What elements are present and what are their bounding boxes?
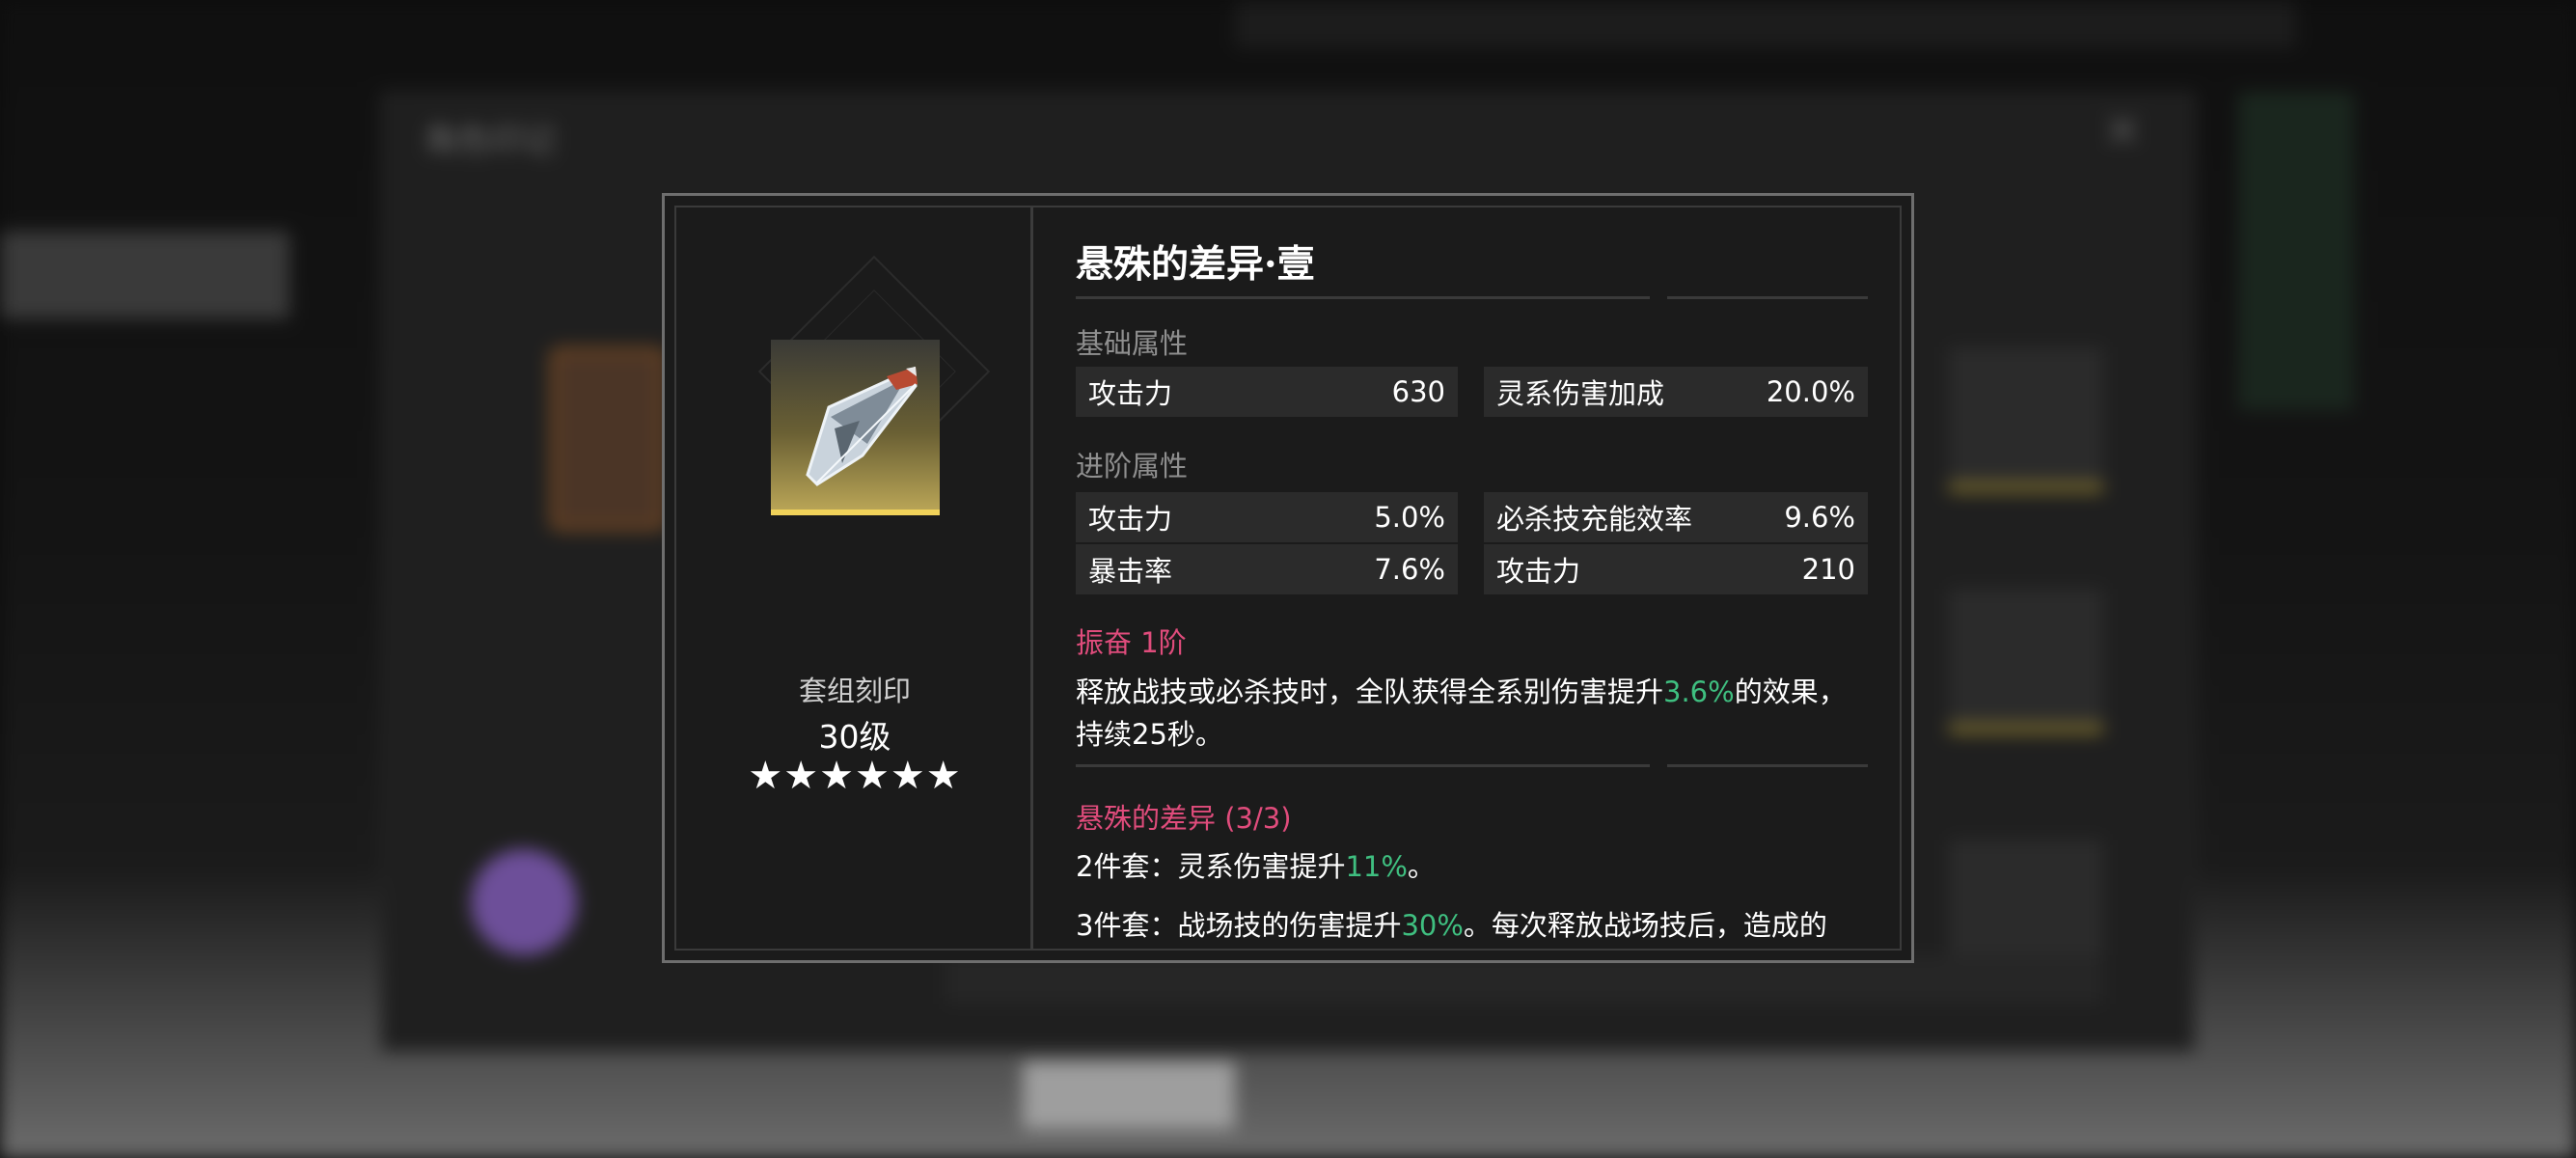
star-rating: ★★★★★★ bbox=[748, 754, 962, 798]
stat-label: 攻击力 bbox=[1496, 555, 1581, 588]
item-title: 悬殊的差异·壹 bbox=[1076, 242, 1315, 287]
stat-row: 攻击力 630 bbox=[1076, 367, 1458, 417]
stat-label: 灵系伤害加成 bbox=[1496, 377, 1665, 410]
stat-value: 20.0% bbox=[1766, 375, 1855, 408]
bg-character-card bbox=[550, 347, 666, 531]
game-screen: 角色印记 ✕ 套组刻印 30级 ★★★★★★ 悬殊的差异·壹 基础属性 攻击力 … bbox=[0, 0, 2576, 1158]
bonus-text: 。每次释放战场技后，造成的 bbox=[1463, 909, 1827, 942]
bg-bottom-button bbox=[1023, 1062, 1235, 1129]
stat-value: 5.0% bbox=[1374, 501, 1445, 534]
divider bbox=[1667, 296, 1868, 299]
stat-value: 9.6% bbox=[1784, 501, 1855, 534]
set-label: 套组刻印 bbox=[798, 675, 911, 707]
item-summary-column: 套组刻印 30级 ★★★★★★ bbox=[676, 207, 1033, 949]
three-piece-bonus: 3件套：战场技的伤害提升30%。每次释放战场技后，造成的 bbox=[1076, 904, 1867, 947]
set-bonus-heading: 悬殊的差异 (3/3) bbox=[1076, 802, 1292, 835]
bg-panel-title: 角色印记 bbox=[425, 122, 556, 160]
divider bbox=[1076, 764, 1650, 767]
stat-row: 必杀技充能效率 9.6% bbox=[1484, 492, 1868, 542]
stat-label: 必杀技充能效率 bbox=[1496, 503, 1693, 536]
item-detail-popup: 套组刻印 30级 ★★★★★★ 悬殊的差异·壹 基础属性 攻击力 630 灵系伤… bbox=[662, 193, 1914, 963]
close-icon[interactable]: ✕ bbox=[2103, 108, 2150, 154]
desc-highlight: 3.6% bbox=[1663, 676, 1735, 708]
bonus-text: 2件套：灵系伤害提升 bbox=[1076, 850, 1346, 883]
divider bbox=[1667, 764, 1868, 767]
stat-row: 攻击力 210 bbox=[1484, 544, 1868, 594]
stat-row: 攻击力 5.0% bbox=[1076, 492, 1458, 542]
bg-item-thumbnail bbox=[1949, 347, 2103, 492]
excite-description: 释放战技或必杀技时，全队获得全系别伤害提升3.6%的效果，持续25秒。 bbox=[1076, 671, 1867, 756]
bonus-highlight: 11% bbox=[1345, 850, 1408, 883]
item-level: 30级 bbox=[818, 718, 891, 756]
divider bbox=[1076, 296, 1650, 299]
bonus-text: 。 bbox=[1407, 850, 1436, 883]
advanced-stats-heading: 进阶属性 bbox=[1076, 450, 1189, 482]
bg-top-bar bbox=[1235, 0, 2296, 48]
bg-right-strip bbox=[2238, 92, 2354, 410]
stat-value: 630 bbox=[1391, 375, 1445, 408]
popup-inner-frame: 套组刻印 30级 ★★★★★★ 悬殊的差异·壹 基础属性 攻击力 630 灵系伤… bbox=[674, 206, 1902, 951]
stat-row: 灵系伤害加成 20.0% bbox=[1484, 367, 1868, 417]
bonus-highlight: 30% bbox=[1401, 909, 1464, 942]
item-details-column: 悬殊的差异·壹 基础属性 攻击力 630 灵系伤害加成 20.0% 进阶属性 攻… bbox=[1062, 207, 1873, 949]
stat-row: 暴击率 7.6% bbox=[1076, 544, 1458, 594]
stat-value: 7.6% bbox=[1374, 553, 1445, 586]
stat-label: 攻击力 bbox=[1088, 503, 1173, 536]
stat-label: 攻击力 bbox=[1088, 377, 1173, 410]
desc-text: 释放战技或必杀技时，全队获得全系别伤害提升 bbox=[1076, 676, 1664, 708]
bg-item-thumbnail bbox=[1949, 589, 2103, 733]
bg-left-tab bbox=[0, 232, 289, 318]
excite-heading: 振奋 1阶 bbox=[1076, 626, 1187, 659]
blade-fragment-icon bbox=[771, 340, 940, 515]
bonus-text: 3件套：战场技的伤害提升 bbox=[1076, 909, 1402, 942]
stat-value: 210 bbox=[1801, 553, 1855, 586]
base-stats-heading: 基础属性 bbox=[1076, 327, 1189, 360]
stat-label: 暴击率 bbox=[1088, 555, 1173, 588]
two-piece-bonus: 2件套：灵系伤害提升11%。 bbox=[1076, 844, 1436, 885]
bg-orb-icon bbox=[471, 849, 577, 955]
